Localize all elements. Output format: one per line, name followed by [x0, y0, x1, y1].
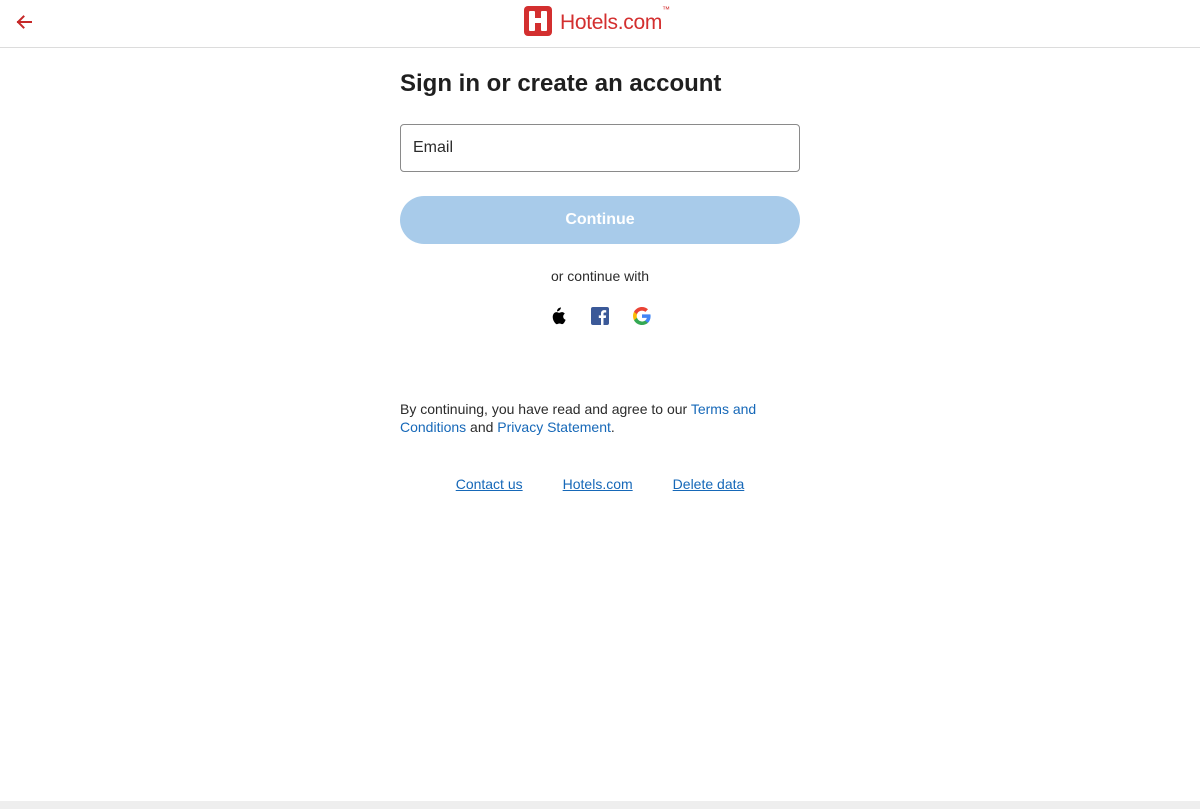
or-continue-with-text: or continue with [550, 268, 650, 284]
hotels-logo-icon [524, 5, 552, 41]
trademark-mark: ™ [662, 5, 670, 14]
hotels-com-link[interactable]: Hotels.com [563, 476, 633, 492]
continue-button[interactable]: Continue [400, 196, 800, 244]
email-field-wrapper [400, 124, 800, 172]
apple-sign-in-button[interactable] [546, 304, 570, 332]
back-button[interactable] [8, 8, 40, 40]
privacy-link[interactable]: Privacy Statement [497, 419, 611, 435]
logo-text: Hotels.com™ [560, 5, 670, 35]
hotels-logo[interactable]: Hotels.com™ [524, 5, 670, 41]
footer-links: Contact us Hotels.com Delete data [400, 476, 800, 492]
facebook-icon [591, 306, 609, 330]
arrow-left-icon [14, 12, 34, 37]
legal-prefix: By continuing, you have read and agree t… [400, 401, 691, 417]
legal-and: and [466, 419, 498, 435]
delete-data-link[interactable]: Delete data [673, 476, 745, 492]
facebook-sign-in-button[interactable] [588, 304, 612, 332]
logo-wordmark: Hotels.com [560, 11, 663, 34]
google-icon [633, 306, 651, 330]
social-login-row [400, 304, 800, 332]
contact-us-link[interactable]: Contact us [456, 476, 523, 492]
legal-suffix: . [610, 419, 615, 435]
legal-notice: By continuing, you have read and agree t… [400, 400, 800, 436]
page-title: Sign in or create an account [400, 70, 722, 97]
google-sign-in-button[interactable] [630, 304, 654, 332]
apple-icon [550, 307, 566, 330]
email-field[interactable] [401, 125, 799, 171]
bottom-bar [0, 801, 1200, 809]
top-bar: Hotels.com™ [0, 0, 1200, 48]
